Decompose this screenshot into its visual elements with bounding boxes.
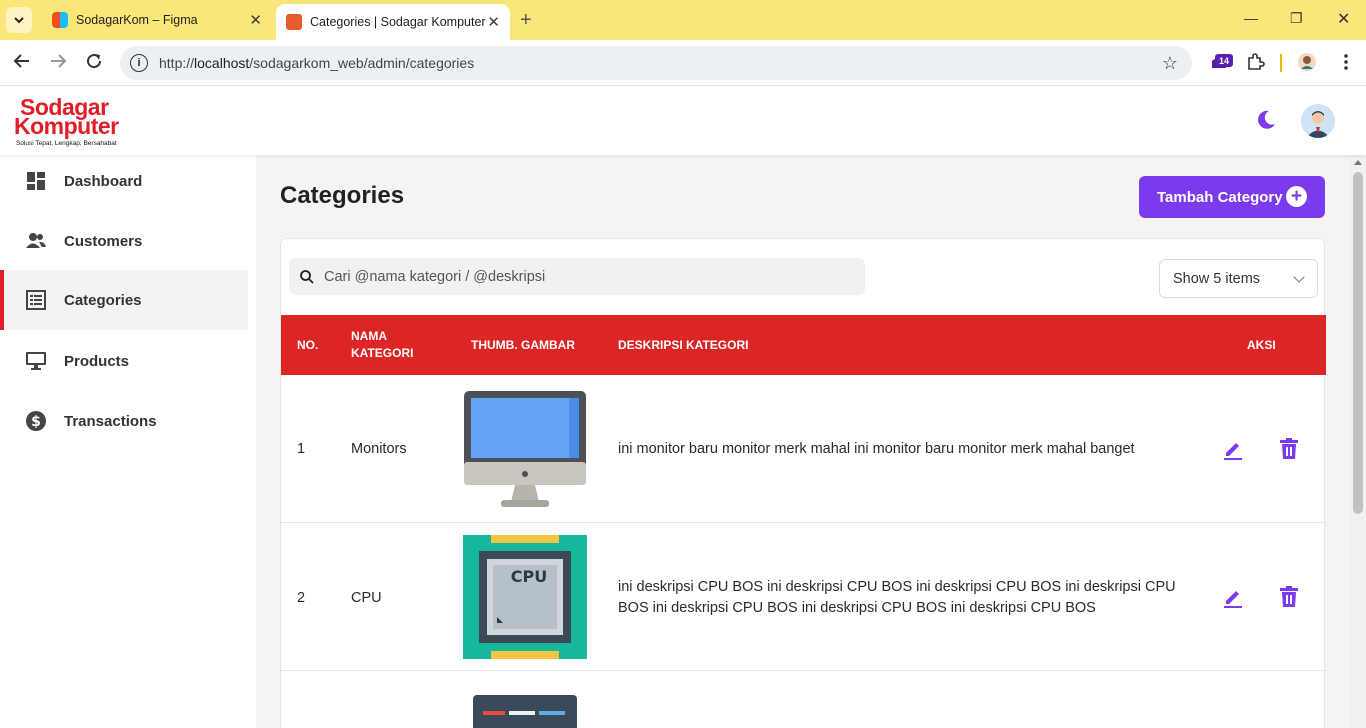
row-description: ini monitor baru monitor merk mahal ini … — [618, 440, 1135, 457]
search-icon — [300, 269, 314, 284]
search-placeholder: Cari @nama kategori / @deskripsi — [324, 268, 546, 285]
dollar-icon: $ — [25, 410, 47, 432]
cpu-thumbnail: CPU — [463, 535, 587, 659]
items-per-page-select[interactable]: Show 5 items — [1159, 259, 1318, 298]
page-scrollbar[interactable] — [1350, 155, 1366, 728]
moon-icon[interactable] — [1254, 108, 1278, 132]
table-row: 1 Monitors ini monitor baru monitor merk… — [281, 375, 1326, 523]
sidebar-item-label: Customers — [64, 232, 143, 250]
url-text: http://localhost/sodagarkom_web/admin/ca… — [159, 55, 475, 71]
chevron-down-icon — [14, 17, 24, 24]
main-content: Categories Tambah Category + Cari @nama … — [256, 155, 1350, 728]
address-bar: i http://localhost/sodagarkom_web/admin/… — [0, 40, 1366, 86]
figma-icon — [52, 12, 68, 28]
browser-tab-categories[interactable]: Categories | Sodagar Komputer ✕ — [276, 4, 510, 40]
sidebar-item-customers[interactable]: Customers — [0, 211, 248, 271]
site-favicon-icon — [286, 14, 302, 30]
col-nama-kategori: NAMA KATEGORI — [351, 329, 414, 360]
site-info-icon[interactable]: i — [130, 54, 148, 72]
page-title: Categories — [280, 182, 405, 209]
table-row — [281, 672, 1326, 728]
monitor-icon — [25, 350, 47, 372]
row-number: 1 — [297, 441, 306, 457]
close-tab-icon[interactable]: ✕ — [249, 11, 262, 29]
col-thumb-gambar: THUMB. GAMBAR — [471, 337, 575, 352]
url-bar[interactable]: i http://localhost/sodagarkom_web/admin/… — [120, 46, 1192, 80]
sidebar-item-categories[interactable]: Categories — [0, 270, 248, 330]
col-deskripsi: DESKRIPSI KATEGORI — [618, 337, 749, 352]
col-aksi: AKSI — [1247, 337, 1276, 352]
forward-icon[interactable] — [49, 52, 67, 75]
sidebar-item-dashboard[interactable]: Dashboard — [0, 151, 248, 211]
profile-icon[interactable] — [1297, 52, 1317, 77]
chevron-down-icon — [1293, 271, 1305, 283]
sidebar: Dashboard Customers Categories Products … — [0, 155, 256, 728]
sidebar-item-products[interactable]: Products — [0, 331, 248, 391]
sidebar-item-label: Transactions — [64, 412, 157, 430]
edit-icon[interactable] — [1221, 585, 1245, 609]
sidebar-item-label: Categories — [64, 291, 142, 309]
keyboard-thumbnail — [473, 695, 577, 728]
col-no: NO. — [297, 337, 319, 352]
toolbar-divider — [1280, 54, 1282, 72]
browser-tab-bar: SodagarKom – Figma ✕ Categories | Sodaga… — [0, 0, 1366, 40]
row-description: ini deskripsi CPU BOS ini deskripsi CPU … — [618, 578, 1176, 616]
row-number: 2 — [297, 589, 306, 606]
sidebar-item-label: Dashboard — [64, 172, 143, 190]
scrollbar-thumb[interactable] — [1353, 172, 1363, 514]
dashboard-icon — [25, 170, 47, 192]
scroll-up-icon[interactable] — [1354, 160, 1362, 165]
close-window-icon[interactable]: ✕ — [1337, 9, 1350, 29]
plus-circle-icon: + — [1286, 186, 1307, 207]
new-tab-icon[interactable]: + — [520, 9, 532, 32]
add-category-label: Tambah Category — [1157, 188, 1283, 206]
list-icon — [25, 289, 47, 311]
tab-search-button[interactable] — [6, 7, 32, 33]
categories-card: Cari @nama kategori / @deskripsi Show 5 … — [280, 238, 1326, 728]
user-avatar[interactable] — [1301, 104, 1335, 138]
row-category-name: CPU — [351, 589, 382, 606]
trash-icon[interactable] — [1277, 585, 1301, 609]
minimize-icon[interactable]: — — [1244, 10, 1258, 26]
table-row: 2 CPU CPU ini deskripsi CPU BOS ini desk… — [281, 524, 1326, 671]
extensions-puzzle-icon[interactable] — [1245, 52, 1265, 77]
app-header: Sodagar Komputer Solusi Tepat, Lengkap, … — [0, 87, 1366, 155]
menu-dots-icon[interactable] — [1336, 52, 1356, 77]
add-category-button[interactable]: Tambah Category + — [1139, 176, 1325, 218]
reload-icon[interactable] — [85, 52, 103, 75]
trash-icon[interactable] — [1277, 437, 1301, 461]
cpu-chip-text: CPU — [511, 567, 547, 586]
table-header: NO. NAMA KATEGORI THUMB. GAMBAR DESKRIPS… — [281, 315, 1326, 375]
row-category-name: Monitors — [351, 441, 407, 457]
sidebar-item-transactions[interactable]: $ Transactions — [0, 391, 248, 451]
svg-text:$: $ — [31, 414, 41, 430]
brand-logo[interactable]: Sodagar Komputer Solusi Tepat, Lengkap, … — [14, 95, 126, 147]
monitor-thumbnail — [463, 390, 587, 510]
extension-badge: 14 — [1215, 54, 1233, 67]
edit-icon[interactable] — [1221, 437, 1245, 461]
restore-icon[interactable]: ❐ — [1290, 10, 1303, 27]
bookmark-star-icon[interactable]: ☆ — [1162, 53, 1178, 74]
back-icon[interactable] — [13, 52, 31, 75]
search-input[interactable]: Cari @nama kategori / @deskripsi — [289, 258, 865, 295]
sidebar-item-label: Products — [64, 352, 130, 370]
tab-title: Categories | Sodagar Komputer — [310, 15, 486, 29]
close-tab-icon[interactable]: ✕ — [487, 13, 500, 31]
users-icon — [25, 230, 47, 252]
browser-tab-figma[interactable]: SodagarKom – Figma ✕ — [40, 0, 272, 40]
items-per-page-value: Show 5 items — [1173, 270, 1261, 287]
tab-title: SodagarKom – Figma — [76, 13, 198, 27]
